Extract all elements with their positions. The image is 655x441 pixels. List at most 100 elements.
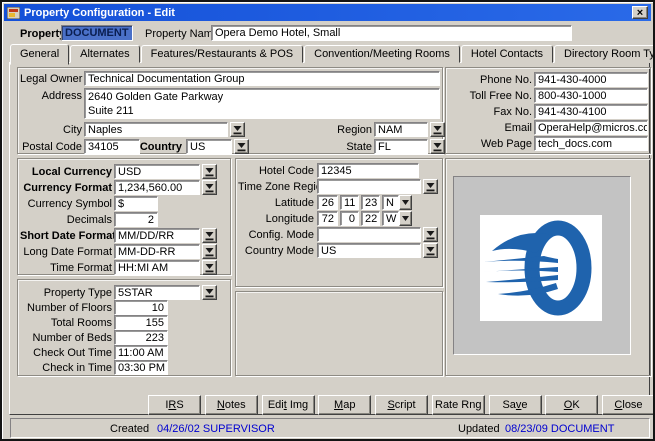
tab-directory-room-types[interactable]: Directory Room Types <box>554 45 655 63</box>
time-zone-lov-button[interactable] <box>423 179 438 194</box>
short-date-format-input[interactable]: MM/DD/RR <box>114 228 200 243</box>
city-input[interactable]: Naples <box>84 122 228 137</box>
country-mode-input[interactable]: US <box>317 243 421 258</box>
lov-down-arrow-icon <box>205 231 214 241</box>
property-name-input[interactable]: Opera Demo Hotel, Small <box>211 25 572 41</box>
ok-button[interactable]: OK <box>545 395 598 415</box>
country-input[interactable]: US <box>186 139 232 154</box>
decimals-input[interactable]: 2 <box>114 212 158 227</box>
long-date-format-input[interactable]: MM-DD-RR <box>114 244 200 259</box>
hotel-code-input[interactable]: 12345 <box>317 163 419 178</box>
long-date-lov-button[interactable] <box>202 244 217 259</box>
longitude-minutes-input[interactable]: 0 <box>340 211 359 226</box>
time-format-lov-button[interactable] <box>202 260 217 275</box>
lov-down-arrow-icon <box>426 182 435 192</box>
number-of-beds-input[interactable]: 223 <box>114 330 168 345</box>
latitude-minutes-input[interactable]: 11 <box>340 195 359 210</box>
time-zone-region-input[interactable] <box>317 179 421 194</box>
tab-convention-meeting-rooms[interactable]: Convention/Meeting Rooms <box>304 45 460 63</box>
time-zone-region-label: Time Zone Region <box>238 180 314 195</box>
country-lov-button[interactable] <box>234 139 249 154</box>
region-input[interactable]: NAM <box>374 122 428 137</box>
updated-value: 08/23/09 DOCUMENT <box>505 422 614 437</box>
hotel-code-group: Hotel Code 12345 Time Zone Region Latitu… <box>235 158 443 287</box>
save-button[interactable]: Save <box>489 395 542 415</box>
window-title: Property Configuration - Edit <box>24 7 175 19</box>
script-button[interactable]: Script <box>375 395 428 415</box>
close-button[interactable]: × <box>632 6 648 19</box>
titlebar[interactable]: Property Configuration - Edit × <box>4 4 651 21</box>
empty-group <box>235 291 443 376</box>
check-out-time-input[interactable]: 11:00 AM <box>114 345 168 360</box>
lov-down-arrow-icon <box>433 142 442 152</box>
irs-button[interactable]: IRS <box>148 395 201 415</box>
region-lov-button[interactable] <box>430 122 445 137</box>
total-rooms-label: Total Rooms <box>20 316 112 331</box>
legal-owner-input[interactable]: Technical Documentation Group <box>84 71 440 86</box>
lov-down-arrow-icon <box>205 247 214 257</box>
longitude-degrees-input[interactable]: 72 <box>317 211 338 226</box>
rate-rng-button[interactable]: Rate Rng <box>432 395 485 415</box>
property-type-lov-button[interactable] <box>202 285 217 300</box>
property-type-input[interactable]: 5STAR <box>114 285 200 300</box>
latitude-degrees-input[interactable]: 26 <box>317 195 338 210</box>
currency-format-lov-button[interactable] <box>202 180 217 195</box>
state-lov-button[interactable] <box>430 139 445 154</box>
config-mode-lov-button[interactable] <box>423 227 438 242</box>
fax-label: Fax No. <box>448 105 532 120</box>
lov-down-arrow-icon <box>426 230 435 240</box>
short-date-format-label: Short Date Format <box>20 229 112 244</box>
email-input[interactable]: OperaHelp@micros.com <box>534 120 648 135</box>
check-in-time-input[interactable]: 03:30 PM <box>114 360 168 375</box>
longitude-seconds-input[interactable]: 22 <box>361 211 380 226</box>
notes-button[interactable]: Notes <box>205 395 258 415</box>
short-date-lov-button[interactable] <box>202 228 217 243</box>
state-input[interactable]: FL <box>374 139 428 154</box>
fax-input[interactable]: 941-430-4100 <box>534 104 648 119</box>
currency-symbol-input[interactable]: $ <box>114 196 158 211</box>
local-currency-lov-button[interactable] <box>202 164 217 179</box>
longitude-direction-select[interactable]: W <box>382 211 399 226</box>
close-button-bottom[interactable]: Close <box>602 395 655 415</box>
address-line1: 2640 Golden Gate Parkway <box>88 91 223 103</box>
time-format-input[interactable]: HH:MI AM <box>114 260 200 275</box>
longitude-direction-dropdown-button[interactable] <box>399 211 412 226</box>
number-of-beds-label: Number of Beds <box>20 331 112 346</box>
local-currency-input[interactable]: USD <box>114 164 200 179</box>
status-bar: Created 04/26/02 SUPERVISOR Updated 08/2… <box>10 418 650 438</box>
property-input[interactable]: DOCUMENT <box>61 25 133 41</box>
city-lov-button[interactable] <box>230 122 245 137</box>
phone-input[interactable]: 941-430-4000 <box>534 72 648 87</box>
city-label: City <box>20 123 82 138</box>
config-mode-input[interactable] <box>317 227 421 242</box>
latitude-seconds-input[interactable]: 23 <box>361 195 380 210</box>
lov-down-arrow-icon <box>205 167 214 177</box>
property-logo-image <box>480 215 602 321</box>
close-icon: × <box>637 8 643 18</box>
address-input[interactable]: 2640 Golden Gate ParkwaySuite 211 <box>84 88 440 119</box>
long-date-format-label: Long Date Format <box>20 245 112 260</box>
property-name-label: Property Name <box>145 27 219 42</box>
map-button[interactable]: Map <box>318 395 371 415</box>
currency-format-input[interactable]: 1,234,560.00 <box>114 180 200 195</box>
legal-owner-label: Legal Owner <box>20 72 82 87</box>
tab-alternates[interactable]: Alternates <box>70 45 140 63</box>
tab-hotel-contacts[interactable]: Hotel Contacts <box>461 45 553 63</box>
country-label: Country <box>130 140 182 155</box>
edit-img-button[interactable]: Edit Img <box>262 395 315 415</box>
toll-free-input[interactable]: 800-430-1000 <box>534 88 648 103</box>
currency-format-group: Local Currency USD Currency Format 1,234… <box>17 158 231 275</box>
tab-features-restaurants-pos[interactable]: Features/Restaurants & POS <box>141 45 303 63</box>
address-group: Legal Owner Technical Documentation Grou… <box>17 67 443 154</box>
country-mode-lov-button[interactable] <box>423 243 438 258</box>
lov-down-arrow-icon <box>426 246 435 256</box>
total-rooms-input[interactable]: 155 <box>114 315 168 330</box>
number-of-floors-input[interactable]: 10 <box>114 300 168 315</box>
latitude-direction-select[interactable]: N <box>382 195 399 210</box>
logo-group <box>445 158 651 376</box>
currency-format-label: Currency Format <box>20 181 112 196</box>
check-in-time-label: Check in Time <box>20 361 112 376</box>
latitude-direction-dropdown-button[interactable] <box>399 195 412 210</box>
web-page-input[interactable]: tech_docs.com <box>534 136 648 151</box>
tab-general[interactable]: General <box>10 44 69 65</box>
